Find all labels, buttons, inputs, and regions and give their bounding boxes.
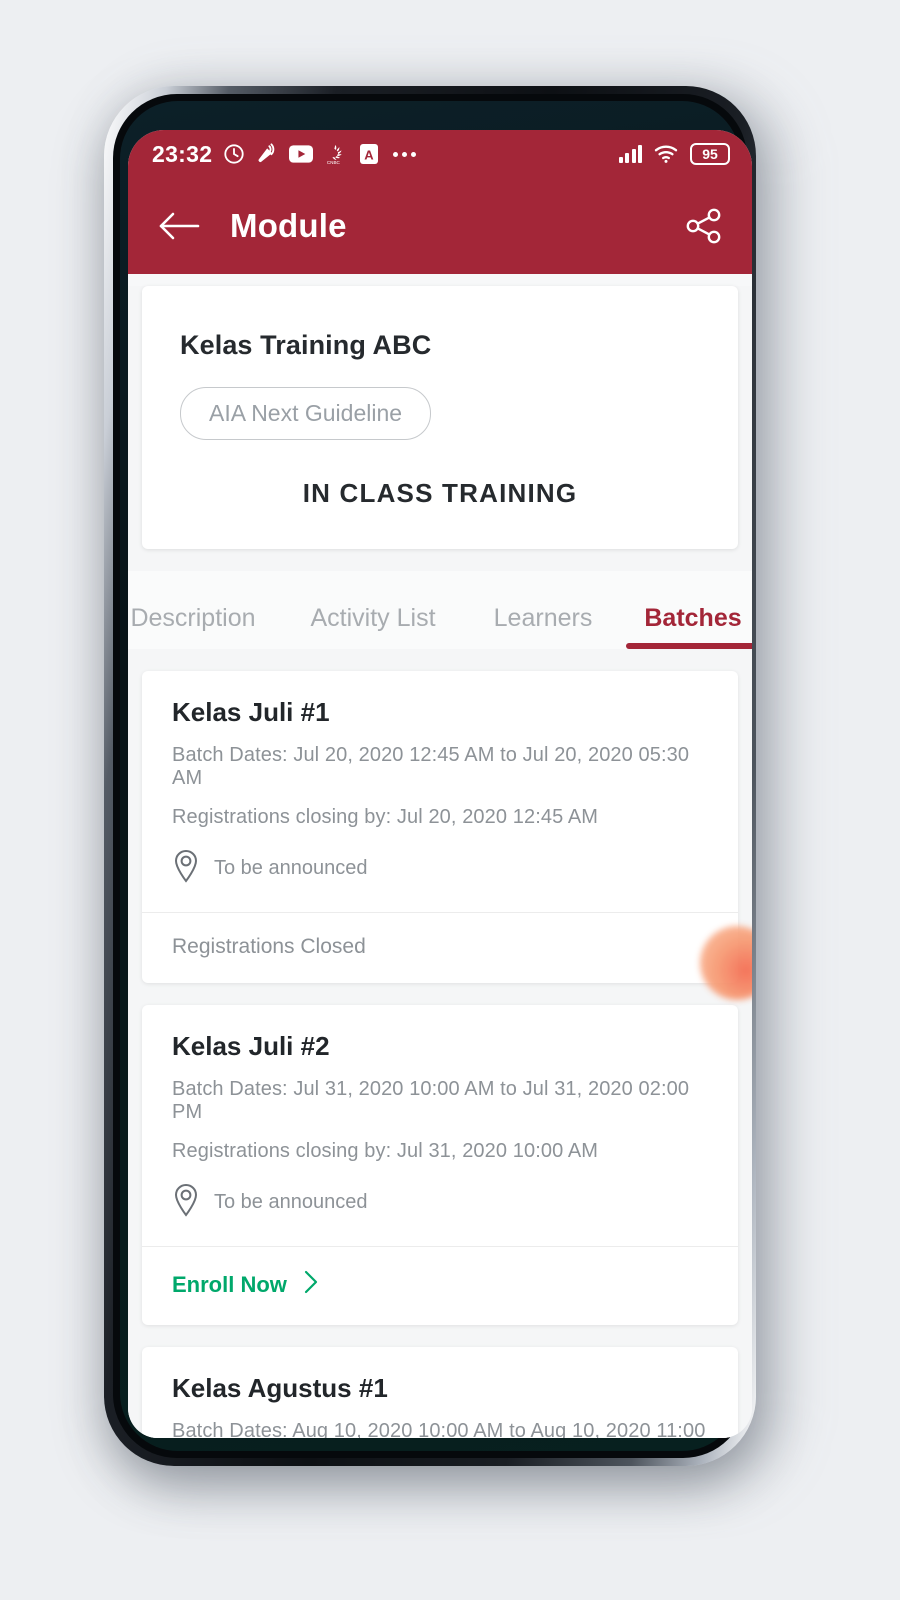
batch-list: Kelas Juli #1 Batch Dates: Jul 20, 2020 … — [128, 671, 752, 1438]
batch-venue: To be announced — [214, 857, 368, 879]
status-bar-right: 95 — [618, 142, 730, 166]
batch-venue-row: To be announced — [172, 849, 708, 888]
module-content: Kelas Training ABC AIA Next Guideline IN… — [128, 286, 752, 1438]
status-bar: 23:32 CNBC A 95 — [128, 130, 752, 178]
batch-registration-closing: Registrations closing by: Jul 31, 2020 1… — [172, 1140, 599, 1162]
batch-dates: Batch Dates: Jul 31, 2020 10:00 AM to Ju… — [172, 1078, 690, 1123]
screenshot-stage: 23:32 CNBC A 95 Module Kelas Training AB… — [0, 0, 900, 1600]
signal-bars-icon — [618, 145, 642, 163]
phone-screen: 23:32 CNBC A 95 Module Kelas Training AB… — [128, 130, 752, 1438]
batch-card[interactable]: Kelas Juli #1 Batch Dates: Jul 20, 2020 … — [142, 671, 738, 983]
module-tab-bar: Description Activity List Learners Batch… — [128, 571, 752, 649]
batch-dates: Batch Dates: Jul 20, 2020 12:45 AM to Ju… — [172, 744, 690, 789]
tab-batches[interactable]: Batches — [618, 604, 752, 649]
app-a-icon: A — [359, 143, 379, 165]
module-type-label: IN CLASS TRAINING — [302, 478, 578, 508]
page-title: Module — [230, 207, 347, 244]
batch-card[interactable]: Kelas Juli #2 Batch Dates: Jul 31, 2020 … — [142, 1005, 738, 1325]
batch-details: Kelas Juli #1 Batch Dates: Jul 20, 2020 … — [142, 671, 738, 912]
battery-icon: 95 — [690, 142, 730, 166]
batch-name: Kelas Juli #2 — [172, 1031, 330, 1061]
module-title: Kelas Training ABC — [180, 330, 432, 360]
enroll-now-label: Enroll Now — [172, 1272, 287, 1297]
tab-learners[interactable]: Learners — [468, 604, 618, 649]
clock-icon — [223, 143, 245, 165]
app-bar: Module — [128, 178, 752, 274]
module-summary-card: Kelas Training ABC AIA Next Guideline IN… — [142, 286, 738, 549]
module-category-tag: AIA Next Guideline — [180, 387, 432, 440]
more-dots-icon — [393, 151, 417, 157]
tab-activity-list[interactable]: Activity List — [278, 604, 468, 649]
batch-registration-closing: Registrations closing by: Jul 20, 2020 1… — [172, 806, 599, 828]
registrations-closed-label: Registrations Closed — [172, 935, 366, 958]
back-arrow-icon[interactable] — [156, 203, 202, 249]
batch-venue-row: To be announced — [172, 1183, 708, 1222]
status-bar-left: 23:32 CNBC A — [152, 140, 417, 168]
batch-details: Kelas Juli #2 Batch Dates: Jul 31, 2020 … — [142, 1005, 738, 1246]
batch-details: Kelas Agustus #1 Batch Dates: Aug 10, 20… — [142, 1347, 738, 1438]
svg-text:CNBC: CNBC — [327, 160, 341, 165]
cnbc-icon: CNBC — [324, 143, 348, 165]
tab-description[interactable]: Description — [128, 604, 278, 649]
youtube-icon — [289, 145, 314, 163]
svg-text:A: A — [365, 148, 375, 163]
location-pin-icon — [172, 849, 200, 888]
batch-venue: To be announced — [214, 1191, 368, 1213]
wifi-icon — [654, 144, 678, 164]
chevron-right-icon — [301, 1269, 321, 1301]
batch-name: Kelas Juli #1 — [172, 697, 330, 727]
batch-name: Kelas Agustus #1 — [172, 1373, 388, 1403]
share-icon[interactable] — [680, 202, 728, 250]
batch-action-row: Enroll Now — [142, 1246, 738, 1325]
enroll-now-button[interactable]: Enroll Now — [172, 1269, 708, 1301]
batch-card[interactable]: Kelas Agustus #1 Batch Dates: Aug 10, 20… — [142, 1347, 738, 1438]
location-pin-icon — [172, 1183, 200, 1222]
batch-action-row: Registrations Closed — [142, 912, 738, 983]
batch-dates: Batch Dates: Aug 10, 2020 10:00 AM to Au… — [172, 1420, 706, 1438]
podcast-icon — [256, 143, 278, 165]
status-time: 23:32 — [152, 140, 213, 167]
